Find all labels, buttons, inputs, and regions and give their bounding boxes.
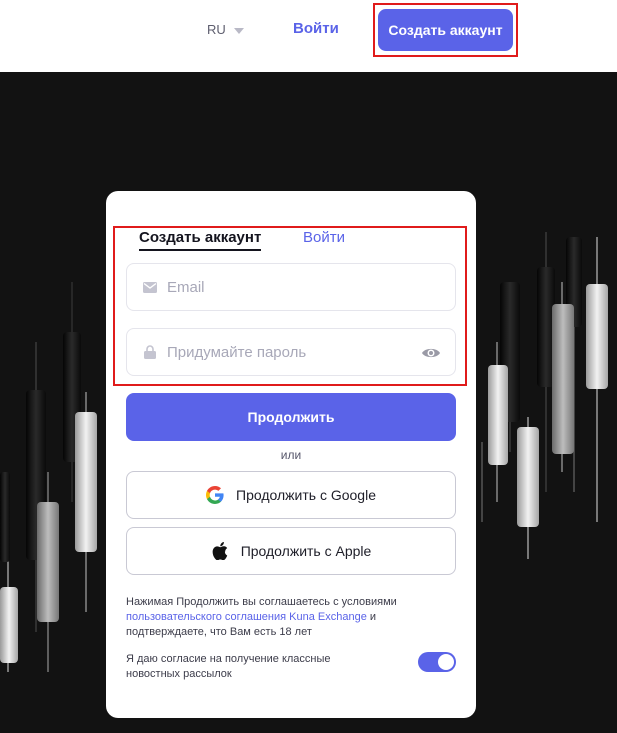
top-header: RU Войти Создать аккаунт — [0, 0, 617, 72]
tab-create-account[interactable]: Создать аккаунт — [139, 229, 262, 251]
email-field[interactable] — [126, 263, 456, 311]
or-divider: или — [280, 448, 302, 462]
header-login-link[interactable]: Войти — [293, 20, 339, 37]
apple-signin-label: Продолжить с Apple — [240, 543, 372, 559]
user-agreement-link[interactable]: пользовательского соглашения Kuna Exchan… — [126, 611, 367, 623]
language-label: RU — [207, 22, 226, 37]
eye-icon[interactable] — [421, 343, 441, 363]
newsletter-consent-text: Я даю согласие на получение классные нов… — [126, 653, 331, 680]
continue-button[interactable]: Продолжить — [126, 393, 456, 441]
chevron-down-icon — [233, 27, 244, 34]
newsletter-consent-toggle[interactable] — [418, 652, 456, 672]
password-field[interactable] — [126, 328, 456, 376]
tab-login[interactable]: Войти — [303, 229, 345, 246]
apple-icon — [211, 542, 229, 560]
google-icon — [206, 486, 224, 504]
terms-text: Нажимая Продолжить вы соглашаетесь с усл… — [126, 595, 456, 640]
terms-prefix: Нажимая Продолжить вы соглашаетесь с усл… — [126, 596, 397, 608]
envelope-icon — [143, 280, 157, 294]
header-create-account-button[interactable]: Создать аккаунт — [378, 9, 513, 51]
email-input[interactable] — [167, 278, 407, 296]
create-account-highlight: Создать аккаунт — [373, 3, 518, 57]
toggle-knob — [438, 654, 454, 670]
language-selector[interactable]: RU — [207, 22, 244, 37]
lock-icon — [143, 345, 157, 359]
google-signin-button[interactable]: Продолжить с Google — [126, 471, 456, 519]
apple-signin-button[interactable]: Продолжить с Apple — [126, 527, 456, 575]
google-signin-label: Продолжить с Google — [236, 487, 376, 503]
password-input[interactable] — [167, 343, 407, 361]
